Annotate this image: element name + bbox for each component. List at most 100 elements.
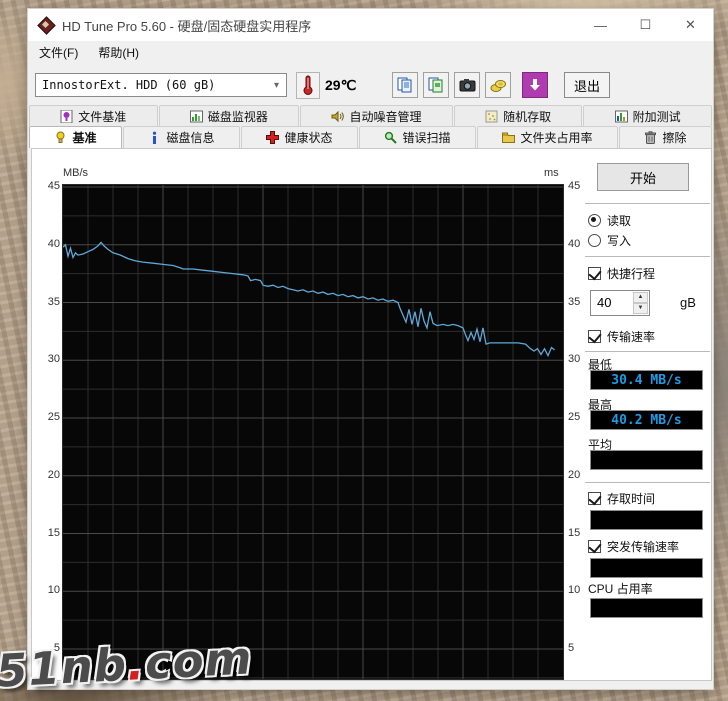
y-axis-unit-right: ms: [544, 167, 559, 179]
y-tick-label: 10: [47, 584, 60, 596]
tab-error-scan[interactable]: 错误扫描: [359, 126, 476, 148]
cpu-usage-label: CPU 占用率: [588, 582, 653, 596]
tab-disk-info[interactable]: 磁盘信息: [123, 126, 240, 148]
donate-coins-icon: [490, 79, 506, 92]
tab-benchmark[interactable]: 基准: [29, 126, 122, 148]
y-tick-label: 30: [47, 353, 60, 365]
menu-help[interactable]: 帮助(H): [89, 42, 148, 63]
tab-erase[interactable]: 擦除: [619, 126, 712, 148]
camera-icon: [459, 79, 475, 92]
disk-monitor-icon: [189, 110, 203, 122]
tab-label: 磁盘信息: [166, 131, 215, 145]
checkbox-access-time-label: 存取时间: [607, 492, 656, 506]
checkbox-transfer-rate-label: 传输速率: [607, 330, 656, 344]
save-results-button[interactable]: [522, 72, 548, 98]
menu-file[interactable]: 文件(F): [30, 42, 87, 63]
max-value-display: 40.2 MB/s: [590, 410, 703, 430]
screenshot-button[interactable]: [454, 72, 480, 98]
drive-select[interactable]: InnostorExt. HDD (60 gB) ▾: [35, 73, 287, 97]
tab-disk-monitor[interactable]: 磁盘监视器: [158, 105, 300, 126]
tab-folder-usage[interactable]: 文件夹占用率: [477, 126, 618, 148]
y-tick-label: 15: [47, 527, 60, 539]
tab-label: 磁盘监视器: [207, 109, 268, 124]
checkbox-burst-rate-label: 突发传输速率: [607, 540, 680, 554]
minimize-button[interactable]: —: [578, 9, 623, 41]
start-button[interactable]: 开始: [597, 163, 689, 191]
copy-image-button[interactable]: [423, 72, 449, 98]
tab-strip-top: 文件基准 磁盘监视器 自动噪音管理 随机存取 附加测试: [29, 105, 713, 126]
tab-label: 文件基准: [78, 109, 127, 124]
separator: [585, 203, 710, 204]
trash-icon: [645, 131, 657, 144]
speaker-icon: [331, 110, 345, 122]
random-access-icon: [485, 110, 498, 122]
exit-button[interactable]: 退出: [564, 72, 610, 98]
title-bar: HD Tune Pro 5.60 - 硬盘/固态硬盘实用程序 — ☐ ✕: [28, 9, 713, 41]
tab-health[interactable]: 健康状态: [241, 126, 358, 148]
benchmark-bulb-icon: [56, 131, 65, 143]
app-window: HD Tune Pro 5.60 - 硬盘/固态硬盘实用程序 — ☐ ✕ 文件(…: [27, 8, 714, 690]
tab-label: 文件夹占用率: [520, 131, 593, 145]
y-tick-label: 45: [568, 180, 581, 192]
radio-write-control[interactable]: [588, 234, 601, 247]
toolbar: InnostorExt. HDD (60 gB) ▾ 29℃ 退出: [28, 65, 713, 105]
separator: [585, 351, 710, 352]
checkbox-access-time[interactable]: 存取时间: [588, 490, 655, 507]
close-button[interactable]: ✕: [668, 9, 713, 41]
tab-label: 随机存取: [503, 109, 552, 124]
tab-label: 错误扫描: [402, 131, 451, 145]
radio-read-control[interactable]: [588, 214, 601, 227]
tab-extra-tests[interactable]: 附加测试: [583, 105, 712, 126]
checkbox-burst-rate-control[interactable]: [588, 540, 601, 553]
radio-read-label: 读取: [607, 214, 632, 228]
temperature-button[interactable]: [296, 71, 320, 99]
tab-label: 擦除: [662, 131, 687, 145]
separator: [585, 482, 710, 483]
short-stroke-size-stepper[interactable]: 40 ▲ ▼: [590, 290, 650, 316]
tab-label: 附加测试: [632, 109, 681, 124]
checkbox-transfer-rate[interactable]: 传输速率: [588, 328, 655, 345]
tab-file-benchmark[interactable]: 文件基准: [29, 105, 158, 126]
extra-tests-icon: [614, 110, 628, 122]
y-tick-label: 20: [47, 469, 60, 481]
thermometer-icon: [303, 75, 313, 95]
copy-image-icon: [428, 77, 443, 93]
tab-label: 健康状态: [284, 131, 333, 145]
info-icon: [153, 131, 157, 144]
y-tick-label: 40: [47, 238, 60, 250]
min-value-display: 30.4 MB/s: [590, 370, 703, 390]
y-tick-label: 35: [47, 296, 60, 308]
copy-text-icon: [397, 77, 412, 93]
maximize-button[interactable]: ☐: [623, 9, 668, 41]
donate-button[interactable]: [485, 72, 511, 98]
tab-aam[interactable]: 自动噪音管理: [300, 105, 453, 126]
benchmark-chart: [63, 185, 563, 679]
checkbox-short-stroke[interactable]: 快捷行程: [588, 265, 655, 282]
y-tick-label: 25: [47, 411, 60, 423]
menu-bar: 文件(F) 帮助(H): [28, 41, 713, 63]
y-tick-label: 45: [47, 180, 60, 192]
stepper-down-icon[interactable]: ▼: [633, 303, 648, 314]
checkbox-transfer-rate-control[interactable]: [588, 330, 601, 343]
benchmark-page: MB/s ms 45 40 35 30 25 20 15 10 5 45 40 35 30 25 20 15…: [31, 148, 712, 681]
watermark-suffix: com: [143, 631, 254, 690]
radio-write[interactable]: 写入: [588, 232, 631, 249]
watermark-prefix: 51nb: [0, 637, 129, 698]
app-icon: [37, 16, 56, 35]
checkbox-short-stroke-label: 快捷行程: [607, 267, 656, 281]
radio-read[interactable]: 读取: [588, 212, 631, 229]
window-title: HD Tune Pro 5.60 - 硬盘/固态硬盘实用程序: [62, 18, 312, 34]
short-stroke-size-value: 40: [597, 295, 612, 310]
short-stroke-unit-label: gB: [680, 295, 696, 310]
tab-random-access[interactable]: 随机存取: [453, 105, 583, 126]
copy-text-button[interactable]: [392, 72, 418, 98]
stepper-up-icon[interactable]: ▲: [633, 292, 648, 303]
y-tick-label: 5: [568, 642, 575, 654]
health-cross-icon: [266, 131, 280, 144]
drive-select-value: InnostorExt. HDD (60 gB): [42, 78, 216, 92]
separator: [585, 256, 710, 257]
download-arrow-icon: [530, 79, 540, 91]
checkbox-burst-rate[interactable]: 突发传输速率: [588, 538, 679, 555]
checkbox-short-stroke-control[interactable]: [588, 267, 601, 280]
checkbox-access-time-control[interactable]: [588, 492, 601, 505]
